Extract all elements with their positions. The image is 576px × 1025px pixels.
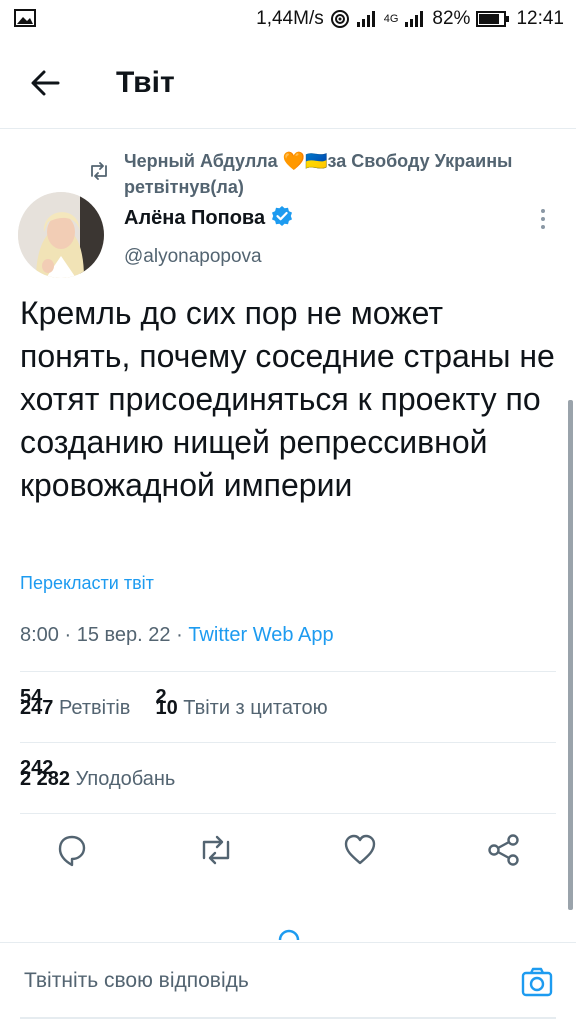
retweet-icon [91, 162, 107, 180]
tweet-time: 8:00 [20, 624, 59, 646]
likes-row: 242 2 282 Уподобань [20, 757, 176, 791]
divider [20, 813, 556, 814]
likes-count: 242 2 282 [20, 757, 70, 790]
camera-icon[interactable] [520, 965, 554, 999]
retweets-count-old: 54 [20, 686, 43, 708]
quotes-count: 2 10 [155, 686, 177, 719]
author-name-text: Алёна Попова [124, 207, 266, 229]
likes-count-old: 242 [20, 757, 54, 779]
status-bar: 1,44M/s 4G 82% 12:41 [0, 0, 576, 38]
tweet-text: Кремль до сих пор не может понять, почем… [20, 295, 555, 503]
divider [20, 742, 556, 743]
top-header: Твіт [0, 38, 576, 129]
avatar[interactable] [18, 192, 104, 278]
signal-icon [356, 11, 375, 27]
signal-4g-icon [405, 11, 424, 27]
avatar-image [18, 192, 104, 278]
quotes-count-old: 2 [155, 686, 167, 708]
page-title: Твіт [116, 66, 175, 99]
meta-separator: · [64, 624, 77, 646]
author-name[interactable]: Алёна Попова [124, 205, 293, 230]
retweets-stat[interactable]: 54 247 Ретвітів [20, 686, 136, 719]
quotes-label: Твіти з цитатою [183, 697, 328, 719]
retweeted-by[interactable]: Черный Абдулла 🧡🇺🇦за Свободу Украины рет… [124, 148, 564, 200]
like-icon[interactable] [340, 830, 380, 870]
wifi-icon [330, 10, 349, 28]
reply-underline [20, 1017, 556, 1019]
tweet-date: 15 вер. 22 [76, 624, 171, 646]
share-icon[interactable] [484, 830, 524, 870]
network-speed: 1,44M/s [256, 8, 324, 29]
stats-row: 54 247 Ретвітів 2 10 Твіти з цитатою [20, 686, 328, 720]
divider [20, 671, 556, 672]
meta-separator: · [176, 624, 189, 646]
translate-link[interactable]: Перекласти твіт [20, 573, 154, 594]
clock: 12:41 [516, 8, 564, 29]
more-vertical-icon[interactable] [536, 206, 550, 232]
battery-percent: 82% [432, 8, 471, 29]
scrollbar[interactable] [568, 400, 573, 910]
reply-icon[interactable] [52, 830, 92, 870]
loading-indicator [278, 929, 300, 941]
retweet-action-icon[interactable] [196, 830, 236, 870]
verified-badge-icon [272, 206, 293, 226]
likes-stat[interactable]: 242 2 282 Уподобань [20, 757, 176, 790]
likes-label: Уподобань [75, 768, 176, 790]
retweets-label: Ретвітів [58, 697, 131, 719]
tweet-app-link[interactable]: Twitter Web App [188, 624, 333, 646]
retweets-count: 54 247 [20, 686, 53, 719]
reply-bar [0, 942, 576, 1025]
network-type: 4G [383, 13, 399, 25]
battery-icon [476, 11, 510, 27]
quotes-stat[interactable]: 2 10 Твіти з цитатою [155, 686, 328, 719]
image-icon [14, 9, 36, 27]
back-arrow-icon[interactable] [28, 66, 64, 100]
tweet-actions [0, 830, 576, 874]
author-handle[interactable]: @alyonapopova [124, 246, 262, 268]
tweet-meta: 8:00 · 15 вер. 22 · Twitter Web App [20, 624, 334, 647]
status-right: 1,44M/s 4G 82% 12:41 [256, 6, 564, 32]
reply-input[interactable] [24, 969, 494, 993]
